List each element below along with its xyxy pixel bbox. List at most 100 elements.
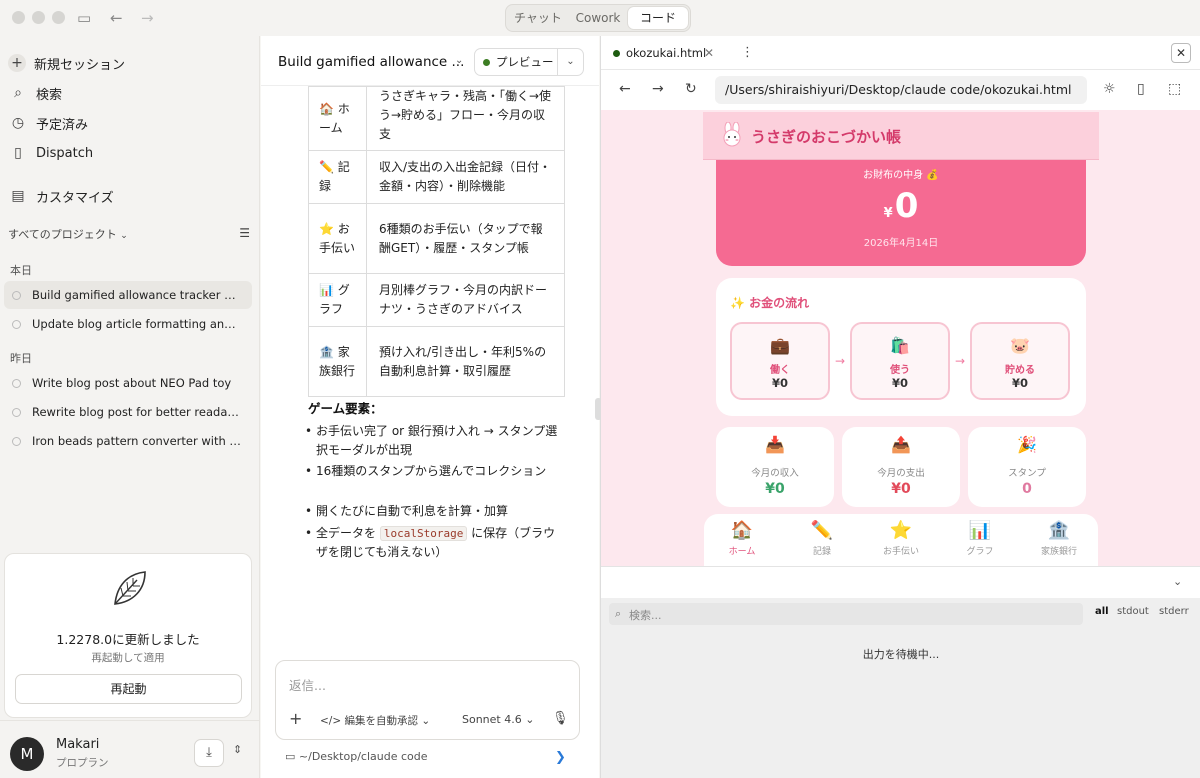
status-dot-icon: [613, 49, 620, 57]
user-plan: プロプラン: [56, 757, 109, 769]
nav-family-bank[interactable]: 🏦 家族銀行: [1029, 520, 1089, 557]
list-item: 16種類のスタンプから選んでコレクション: [305, 462, 566, 481]
flow-amount: ¥0: [891, 376, 908, 390]
table-cell-key: ✏️ 記録: [308, 150, 367, 204]
chevron-down-icon[interactable]: ⌄: [455, 55, 463, 66]
party-popper-icon: 🎉: [1017, 435, 1037, 454]
session-title: Iron beads pattern converter with PDF ..…: [32, 434, 242, 448]
table-cell-key: 📊 グラフ: [308, 273, 367, 327]
session-item[interactable]: Iron beads pattern converter with PDF ..…: [4, 427, 252, 455]
sidebar-item-scheduled[interactable]: ◷ 予定済み: [8, 110, 252, 136]
working-directory[interactable]: ▭ ~/Desktop/claude code: [285, 750, 428, 763]
mode-code[interactable]: コード: [628, 7, 688, 29]
projects-header[interactable]: すべてのプロジェクト ⌄ ☰: [8, 226, 250, 242]
mode-cowork[interactable]: Cowork: [568, 7, 628, 29]
nav-graph[interactable]: 📊 グラフ: [950, 520, 1010, 557]
filter-stderr[interactable]: stderr: [1159, 606, 1189, 617]
session-status-icon: [12, 319, 21, 329]
session-item[interactable]: Build gamified allowance tracker app f..…: [4, 281, 252, 309]
forward-arrow-icon[interactable]: →: [141, 9, 154, 27]
chat-panel: 🏠 ホーム うさぎキャラ・残高・「働く→使う→貯める」フロー・今月の収支 ✏️ …: [261, 36, 599, 778]
reply-input[interactable]: 返信...: [289, 675, 326, 694]
sidebar-item-dispatch[interactable]: ▯ Dispatch: [8, 140, 252, 166]
flow-work[interactable]: 💼 働く ¥0: [730, 322, 830, 400]
chevron-down-icon[interactable]: ⌄: [1173, 575, 1182, 588]
plus-icon[interactable]: +: [289, 709, 302, 728]
table-cell-key: 🏠 ホーム: [308, 86, 367, 151]
filter-all[interactable]: all: [1095, 606, 1109, 617]
table-row: ⭐ お手伝い 6種類のお手伝い（タップで報酬GET）・履歴・スタンプ帳: [308, 203, 565, 274]
download-icon: ⤓: [206, 745, 212, 760]
list-item: 開くたびに自動で利息を計算・加算: [305, 502, 566, 521]
theme-toggle-icon[interactable]: ☼: [1103, 81, 1116, 97]
vscode-icon[interactable]: ❯: [555, 750, 566, 765]
star-icon: ⭐: [889, 520, 913, 541]
sidebar-item-new-session[interactable]: + 新規セッション: [8, 50, 252, 76]
url-bar: ← → ↻ /Users/shiraishiyuri/Desktop/claud…: [601, 70, 1200, 110]
sidebar-toggle-icon[interactable]: ▭: [77, 9, 91, 27]
piggy-bank-icon: 🐷: [1010, 336, 1030, 355]
nav-chores[interactable]: ⭐ お手伝い: [871, 520, 931, 557]
nav-label: ホーム: [728, 547, 756, 557]
sidebar-item-search[interactable]: ⌕ 検索: [8, 80, 252, 106]
restart-button[interactable]: 再起動: [15, 674, 242, 704]
url-input[interactable]: /Users/shiraishiyuri/Desktop/claude code…: [715, 76, 1087, 104]
chevron-up-down-icon[interactable]: ⇕: [233, 743, 242, 756]
session-item[interactable]: Rewrite blog post for better readability: [4, 398, 252, 426]
directory-path: ~/Desktop/claude code: [298, 750, 428, 763]
model-label: Sonnet 4.6: [462, 713, 522, 726]
window-close-button[interactable]: [12, 11, 25, 24]
user-name: Makari: [56, 737, 100, 752]
sidebar-item-customize[interactable]: ▤ カスタマイズ: [8, 183, 252, 209]
wallet-date: 2026年4月14日: [863, 238, 939, 249]
stat-label: スタンプ: [1008, 468, 1046, 479]
bunny-icon: [723, 122, 741, 147]
nav-record[interactable]: ✏️ 記録: [792, 520, 852, 557]
mode-chat[interactable]: チャット: [508, 7, 568, 29]
edit-mode-label: </> 編集を自動承認: [320, 715, 418, 727]
nav-home[interactable]: 🏠 ホーム: [712, 520, 772, 557]
back-arrow-icon[interactable]: ←: [619, 81, 631, 97]
preview-button[interactable]: プレビュー ⌄: [474, 48, 584, 76]
table-row: 🏦 家族銀行 預け入れ/引き出し・年利5%の自動利息計算・取引履歴: [308, 326, 565, 397]
feature-table: 🏠 ホーム うさぎキャラ・残高・「働く→使う→貯める」フロー・今月の収支 ✏️ …: [308, 86, 565, 397]
chevron-down-icon[interactable]: ⌄: [557, 49, 583, 75]
table-row: 🏠 ホーム うさぎキャラ・残高・「働く→使う→貯める」フロー・今月の収支: [308, 86, 565, 151]
back-arrow-icon[interactable]: ←: [110, 9, 123, 27]
console-search-input[interactable]: ⌕ 検索...: [609, 603, 1083, 625]
mobile-view-icon[interactable]: ▯: [1137, 81, 1145, 97]
session-title[interactable]: Build gamified allowance ...: [278, 54, 464, 70]
edit-mode-selector[interactable]: </> 編集を自動承認 ⌄: [320, 713, 430, 728]
table-cell-value: 6種類のお手伝い（タップで報酬GET）・履歴・スタンプ帳: [366, 203, 565, 274]
session-item[interactable]: Update blog article formatting and rela.…: [4, 310, 252, 338]
stat-income: 📥 今月の収入 ¥0: [716, 427, 834, 507]
reply-composer[interactable]: 返信... + </> 編集を自動承認 ⌄ Sonnet 4.6 ⌄ 🎙: [275, 660, 580, 740]
filter-icon[interactable]: ☰: [239, 226, 250, 242]
model-selector[interactable]: Sonnet 4.6 ⌄: [462, 713, 534, 726]
inspect-icon[interactable]: ⬚: [1168, 81, 1181, 97]
filter-stdout[interactable]: stdout: [1117, 606, 1149, 617]
download-button[interactable]: ⤓: [194, 739, 224, 767]
leaf-icon: [114, 571, 146, 605]
more-options-icon[interactable]: ⋮: [741, 45, 754, 60]
plus-icon: +: [8, 54, 26, 72]
bar-chart-icon: 📊: [968, 520, 992, 541]
microphone-icon[interactable]: 🎙: [552, 711, 569, 726]
flow-save[interactable]: 🐷 貯める ¥0: [970, 322, 1070, 400]
session-item[interactable]: Write blog post about NEO Pad toy: [4, 369, 252, 397]
table-row: ✏️ 記録 収入/支出の入出金記録（日付・金額・内容）・削除機能: [308, 150, 565, 204]
window-minimize-button[interactable]: [32, 11, 45, 24]
chevron-down-icon: ⌄: [120, 231, 128, 241]
close-tab-icon[interactable]: ✕: [704, 46, 714, 60]
close-icon[interactable]: ✕: [1171, 43, 1191, 63]
window-zoom-button[interactable]: [52, 11, 65, 24]
table-cell-key: 🏦 家族銀行: [308, 326, 367, 397]
table-cell-key: ⭐ お手伝い: [308, 203, 367, 274]
reload-icon[interactable]: ↻: [685, 81, 697, 97]
forward-arrow-icon[interactable]: →: [652, 81, 664, 97]
flow-spend[interactable]: 🛍️ 使う ¥0: [850, 322, 950, 400]
tab-okozukai[interactable]: okozukai.html: [613, 46, 706, 60]
session-status-icon: [12, 378, 21, 388]
user-profile[interactable]: M Makari プロプラン ⤓ ⇕: [0, 720, 260, 778]
console-toggle-bar[interactable]: ⌄: [601, 566, 1200, 598]
